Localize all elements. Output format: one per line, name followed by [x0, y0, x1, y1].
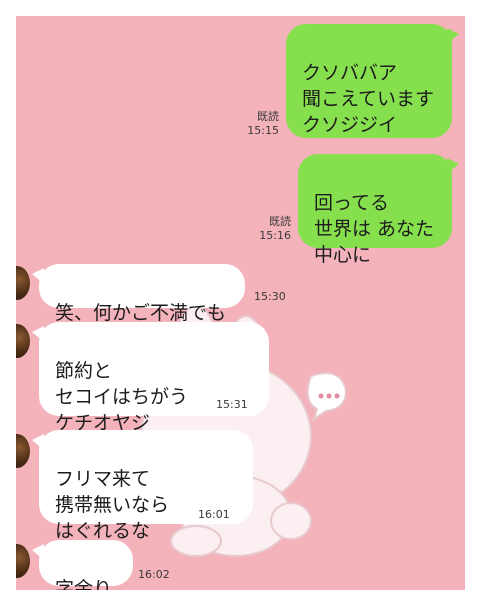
- avatar[interactable]: [16, 434, 30, 468]
- read-receipt: 既読: [257, 110, 279, 123]
- message-time: 16:02: [138, 568, 170, 581]
- bubble-tail: [32, 326, 44, 342]
- message-text: 字余り: [55, 578, 113, 590]
- bubble-tail: [447, 28, 459, 44]
- avatar[interactable]: [16, 324, 30, 358]
- message-time: 15:31: [216, 398, 248, 411]
- message-meta: 既読 15:16: [246, 215, 291, 243]
- bubble-tail: [32, 268, 44, 284]
- message-text: クソババア 聞こえています クソジジイ: [302, 62, 435, 136]
- chat-area[interactable]: クソババア 聞こえています クソジジイ 既読 15:15 回ってる 世界は あな…: [16, 16, 465, 590]
- message-time: 15:16: [259, 229, 291, 242]
- message-meta: 既読 15:15: [234, 110, 279, 138]
- avatar[interactable]: [16, 266, 30, 300]
- bubble-tail: [447, 158, 459, 174]
- message-time: 16:01: [198, 508, 230, 521]
- incoming-message[interactable]: 笑、何かご不満でも: [32, 264, 245, 324]
- outgoing-message[interactable]: クソババア 聞こえています クソジジイ: [286, 24, 459, 138]
- avatar[interactable]: [16, 544, 30, 578]
- message-text: 笑、何かご不満でも: [55, 302, 227, 324]
- message-time: 15:30: [254, 290, 286, 303]
- bubble-tail: [32, 544, 44, 560]
- bubble-tail: [32, 434, 44, 450]
- message-time: 15:15: [247, 124, 279, 137]
- message-text: 回ってる 世界は あなた 中心に: [314, 192, 435, 266]
- incoming-message[interactable]: 字余り: [32, 540, 133, 590]
- read-receipt: 既読: [269, 215, 291, 228]
- outgoing-message[interactable]: 回ってる 世界は あなた 中心に: [298, 154, 459, 266]
